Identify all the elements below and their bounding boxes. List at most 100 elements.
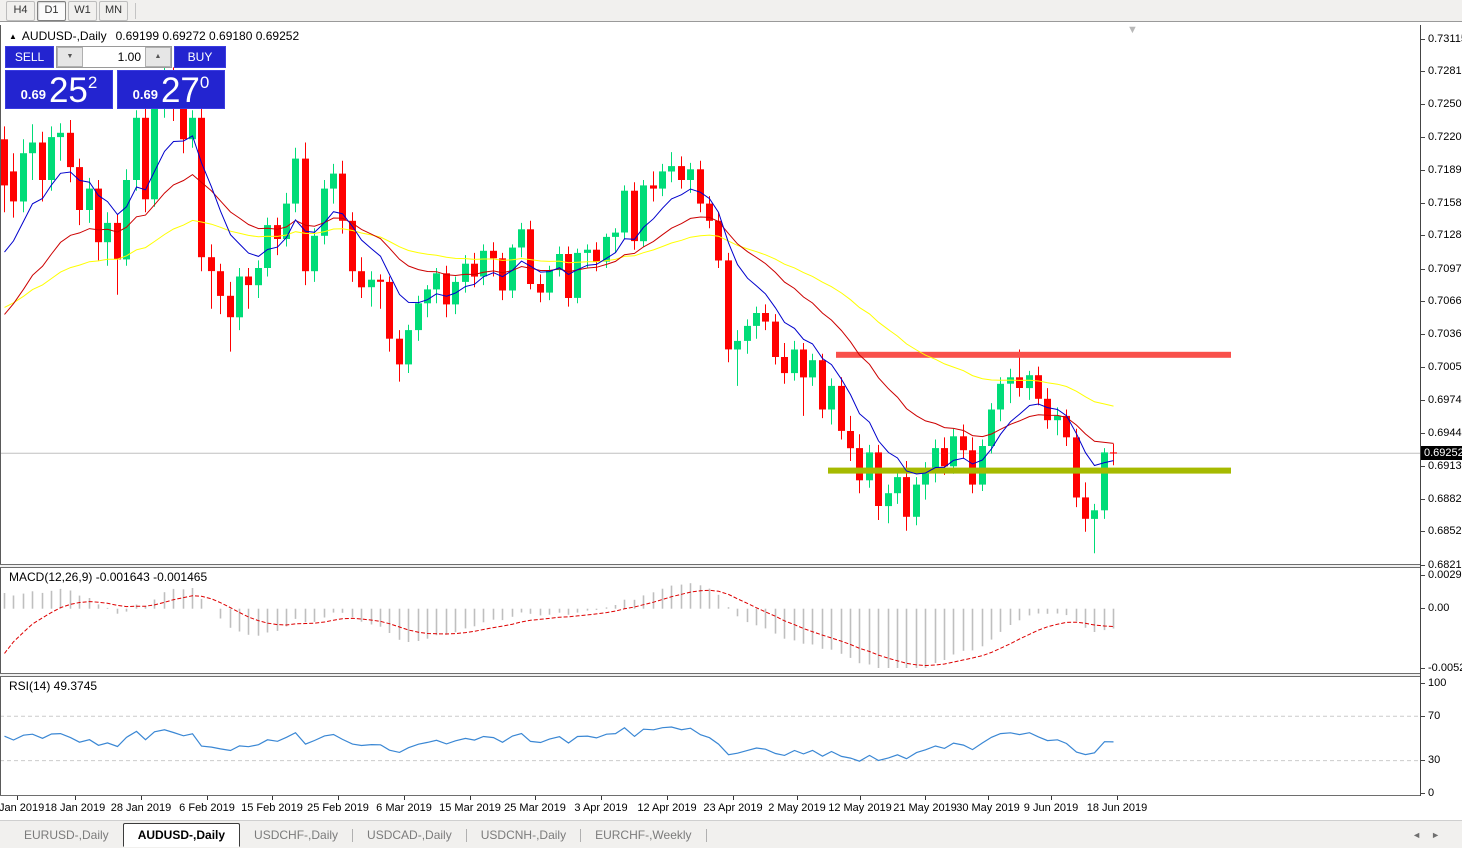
price-axis-tick xyxy=(1421,400,1425,401)
date-axis-tick xyxy=(535,796,536,800)
price-axis-label: 0.69130 xyxy=(1428,460,1462,472)
tab-usdcad[interactable]: USDCAD-,Daily xyxy=(353,825,466,846)
timeframe-button-d1[interactable]: D1 xyxy=(37,1,66,21)
price-axis-label: 0.68825 xyxy=(1428,493,1462,505)
price-axis-label: 0.71280 xyxy=(1428,229,1462,241)
price-axis-tick xyxy=(1421,71,1425,72)
price-axis-label: 0.69440 xyxy=(1428,427,1462,439)
price-axis-label: 0.70665 xyxy=(1428,295,1462,307)
price-axis-label: 0.71585 xyxy=(1428,197,1462,209)
toolbar-separator xyxy=(135,3,136,19)
tab-usdcnh[interactable]: USDCNH-,Daily xyxy=(467,825,580,846)
chart-shift-icon[interactable]: ▼ xyxy=(1127,24,1138,36)
date-axis-label: 6 Mar 2019 xyxy=(376,802,432,814)
date-axis-tick xyxy=(141,796,142,800)
date-axis-label: 15 Mar 2019 xyxy=(439,802,501,814)
rsi-axis-tick xyxy=(1421,793,1425,794)
date-axis-tick xyxy=(1051,796,1052,800)
date-axis-label: 25 Mar 2019 xyxy=(504,802,566,814)
macd-indicator-pane[interactable] xyxy=(0,568,1420,673)
date-axis-label: 15 Feb 2019 xyxy=(241,802,303,814)
price-axis-tick xyxy=(1421,104,1425,105)
price-axis[interactable]: 0.69252 0.731150.728100.725050.722000.71… xyxy=(1420,25,1462,796)
date-axis-tick xyxy=(988,796,989,800)
tab-scroll-left-icon[interactable]: ◄ xyxy=(1412,830,1431,840)
date-axis-tick xyxy=(338,796,339,800)
date-axis-label: 30 May 2019 xyxy=(956,802,1020,814)
date-axis-label: 18 Jan 2019 xyxy=(45,802,106,814)
rsi-axis-label: 0 xyxy=(1428,787,1434,799)
sell-button[interactable]: SELL xyxy=(5,46,54,68)
date-axis-tick xyxy=(75,796,76,800)
date-axis-label: 12 May 2019 xyxy=(828,802,892,814)
price-axis-tick xyxy=(1421,39,1425,40)
pane-splitter-macd[interactable] xyxy=(0,564,1462,568)
price-axis-label: 0.73115 xyxy=(1428,33,1462,45)
date-axis-tick xyxy=(797,796,798,800)
date-axis-label: 9 Jun 2019 xyxy=(1024,802,1078,814)
chart-window[interactable]: ▲AUDUSD-,Daily0.69199 0.69272 0.69180 0.… xyxy=(0,23,1462,820)
price-axis-tick xyxy=(1421,499,1425,500)
timeframe-button-h4[interactable]: H4 xyxy=(6,1,35,21)
rsi-indicator-pane[interactable] xyxy=(0,677,1420,795)
pane-splitter-rsi[interactable] xyxy=(0,673,1462,677)
buy-price-big-digits: 27 xyxy=(161,74,200,107)
price-axis-label: 0.72810 xyxy=(1428,65,1462,77)
chart-ohlc-values: 0.69199 0.69272 0.69180 0.69252 xyxy=(116,29,300,43)
price-axis-label: 0.70050 xyxy=(1428,361,1462,373)
date-axis-label: 12 Apr 2019 xyxy=(637,802,696,814)
date-axis-tick xyxy=(733,796,734,800)
macd-axis-tick xyxy=(1421,608,1425,609)
date-axis-tick xyxy=(17,796,18,800)
price-axis-tick xyxy=(1421,367,1425,368)
price-axis-tick xyxy=(1421,203,1425,204)
date-axis-tick xyxy=(272,796,273,800)
date-axis-tick xyxy=(601,796,602,800)
tab-audusd[interactable]: AUDUSD-,Daily xyxy=(123,823,240,847)
price-axis-label: 0.69745 xyxy=(1428,394,1462,406)
tab-eurchf[interactable]: EURCHF-,Weekly xyxy=(581,825,705,846)
price-axis-tick xyxy=(1421,170,1425,171)
date-axis-label: 9 Jan 2019 xyxy=(0,802,44,814)
tab-usdchf[interactable]: USDCHF-,Daily xyxy=(240,825,352,846)
volume-input[interactable] xyxy=(83,47,145,67)
date-axis[interactable]: 9 Jan 201918 Jan 201928 Jan 20196 Feb 20… xyxy=(0,796,1420,820)
macd-axis-tick xyxy=(1421,668,1425,669)
date-axis-label: 2 May 2019 xyxy=(768,802,825,814)
rsi-axis-tick xyxy=(1421,716,1425,717)
sell-price-panel[interactable]: 0.69 25 2 xyxy=(5,70,113,109)
rsi-axis-label: 100 xyxy=(1428,677,1446,689)
date-axis-tick xyxy=(404,796,405,800)
sell-price-big-digits: 25 xyxy=(49,74,88,107)
resistance-line xyxy=(836,352,1231,358)
tab-scroll-right-icon[interactable]: ► xyxy=(1431,830,1450,840)
rsi-axis-label: 70 xyxy=(1428,710,1440,722)
price-axis-label: 0.72505 xyxy=(1428,98,1462,110)
chart-title: ▲AUDUSD-,Daily0.69199 0.69272 0.69180 0.… xyxy=(9,29,299,43)
tab-eurusd[interactable]: EURUSD-,Daily xyxy=(10,825,123,846)
buy-button[interactable]: BUY xyxy=(174,46,226,68)
price-axis-tick xyxy=(1421,531,1425,532)
metatrader-window: H4D1W1MN ▲AUDUSD-,Daily0.69199 0.69272 0… xyxy=(0,0,1462,848)
sell-price-pip-digit: 2 xyxy=(88,73,97,93)
chart-title-arrow-icon[interactable]: ▲ xyxy=(9,32,17,41)
volume-decrease-button[interactable]: ▼ xyxy=(57,47,83,67)
timeframe-button-mn[interactable]: MN xyxy=(99,1,128,21)
date-axis-label: 3 Apr 2019 xyxy=(574,802,627,814)
price-axis-label: 0.68520 xyxy=(1428,525,1462,537)
price-axis-tick xyxy=(1421,137,1425,138)
tab-scroll-arrows[interactable]: ◄► xyxy=(1412,830,1450,840)
support-line xyxy=(828,468,1231,474)
buy-price-panel[interactable]: 0.69 27 0 xyxy=(117,70,225,109)
date-axis-tick xyxy=(1117,796,1118,800)
macd-axis-tick xyxy=(1421,575,1425,576)
macd-axis-label: 0.00 xyxy=(1428,602,1449,614)
timeframe-button-w1[interactable]: W1 xyxy=(68,1,97,21)
date-axis-label: 6 Feb 2019 xyxy=(179,802,235,814)
macd-histogram xyxy=(5,583,1114,668)
date-axis-label: 23 Apr 2019 xyxy=(703,802,762,814)
date-axis-tick xyxy=(207,796,208,800)
volume-increase-button[interactable]: ▲ xyxy=(145,47,171,67)
price-axis-label: 0.70360 xyxy=(1428,328,1462,340)
volume-stepper: ▼ ▲ xyxy=(56,46,172,68)
